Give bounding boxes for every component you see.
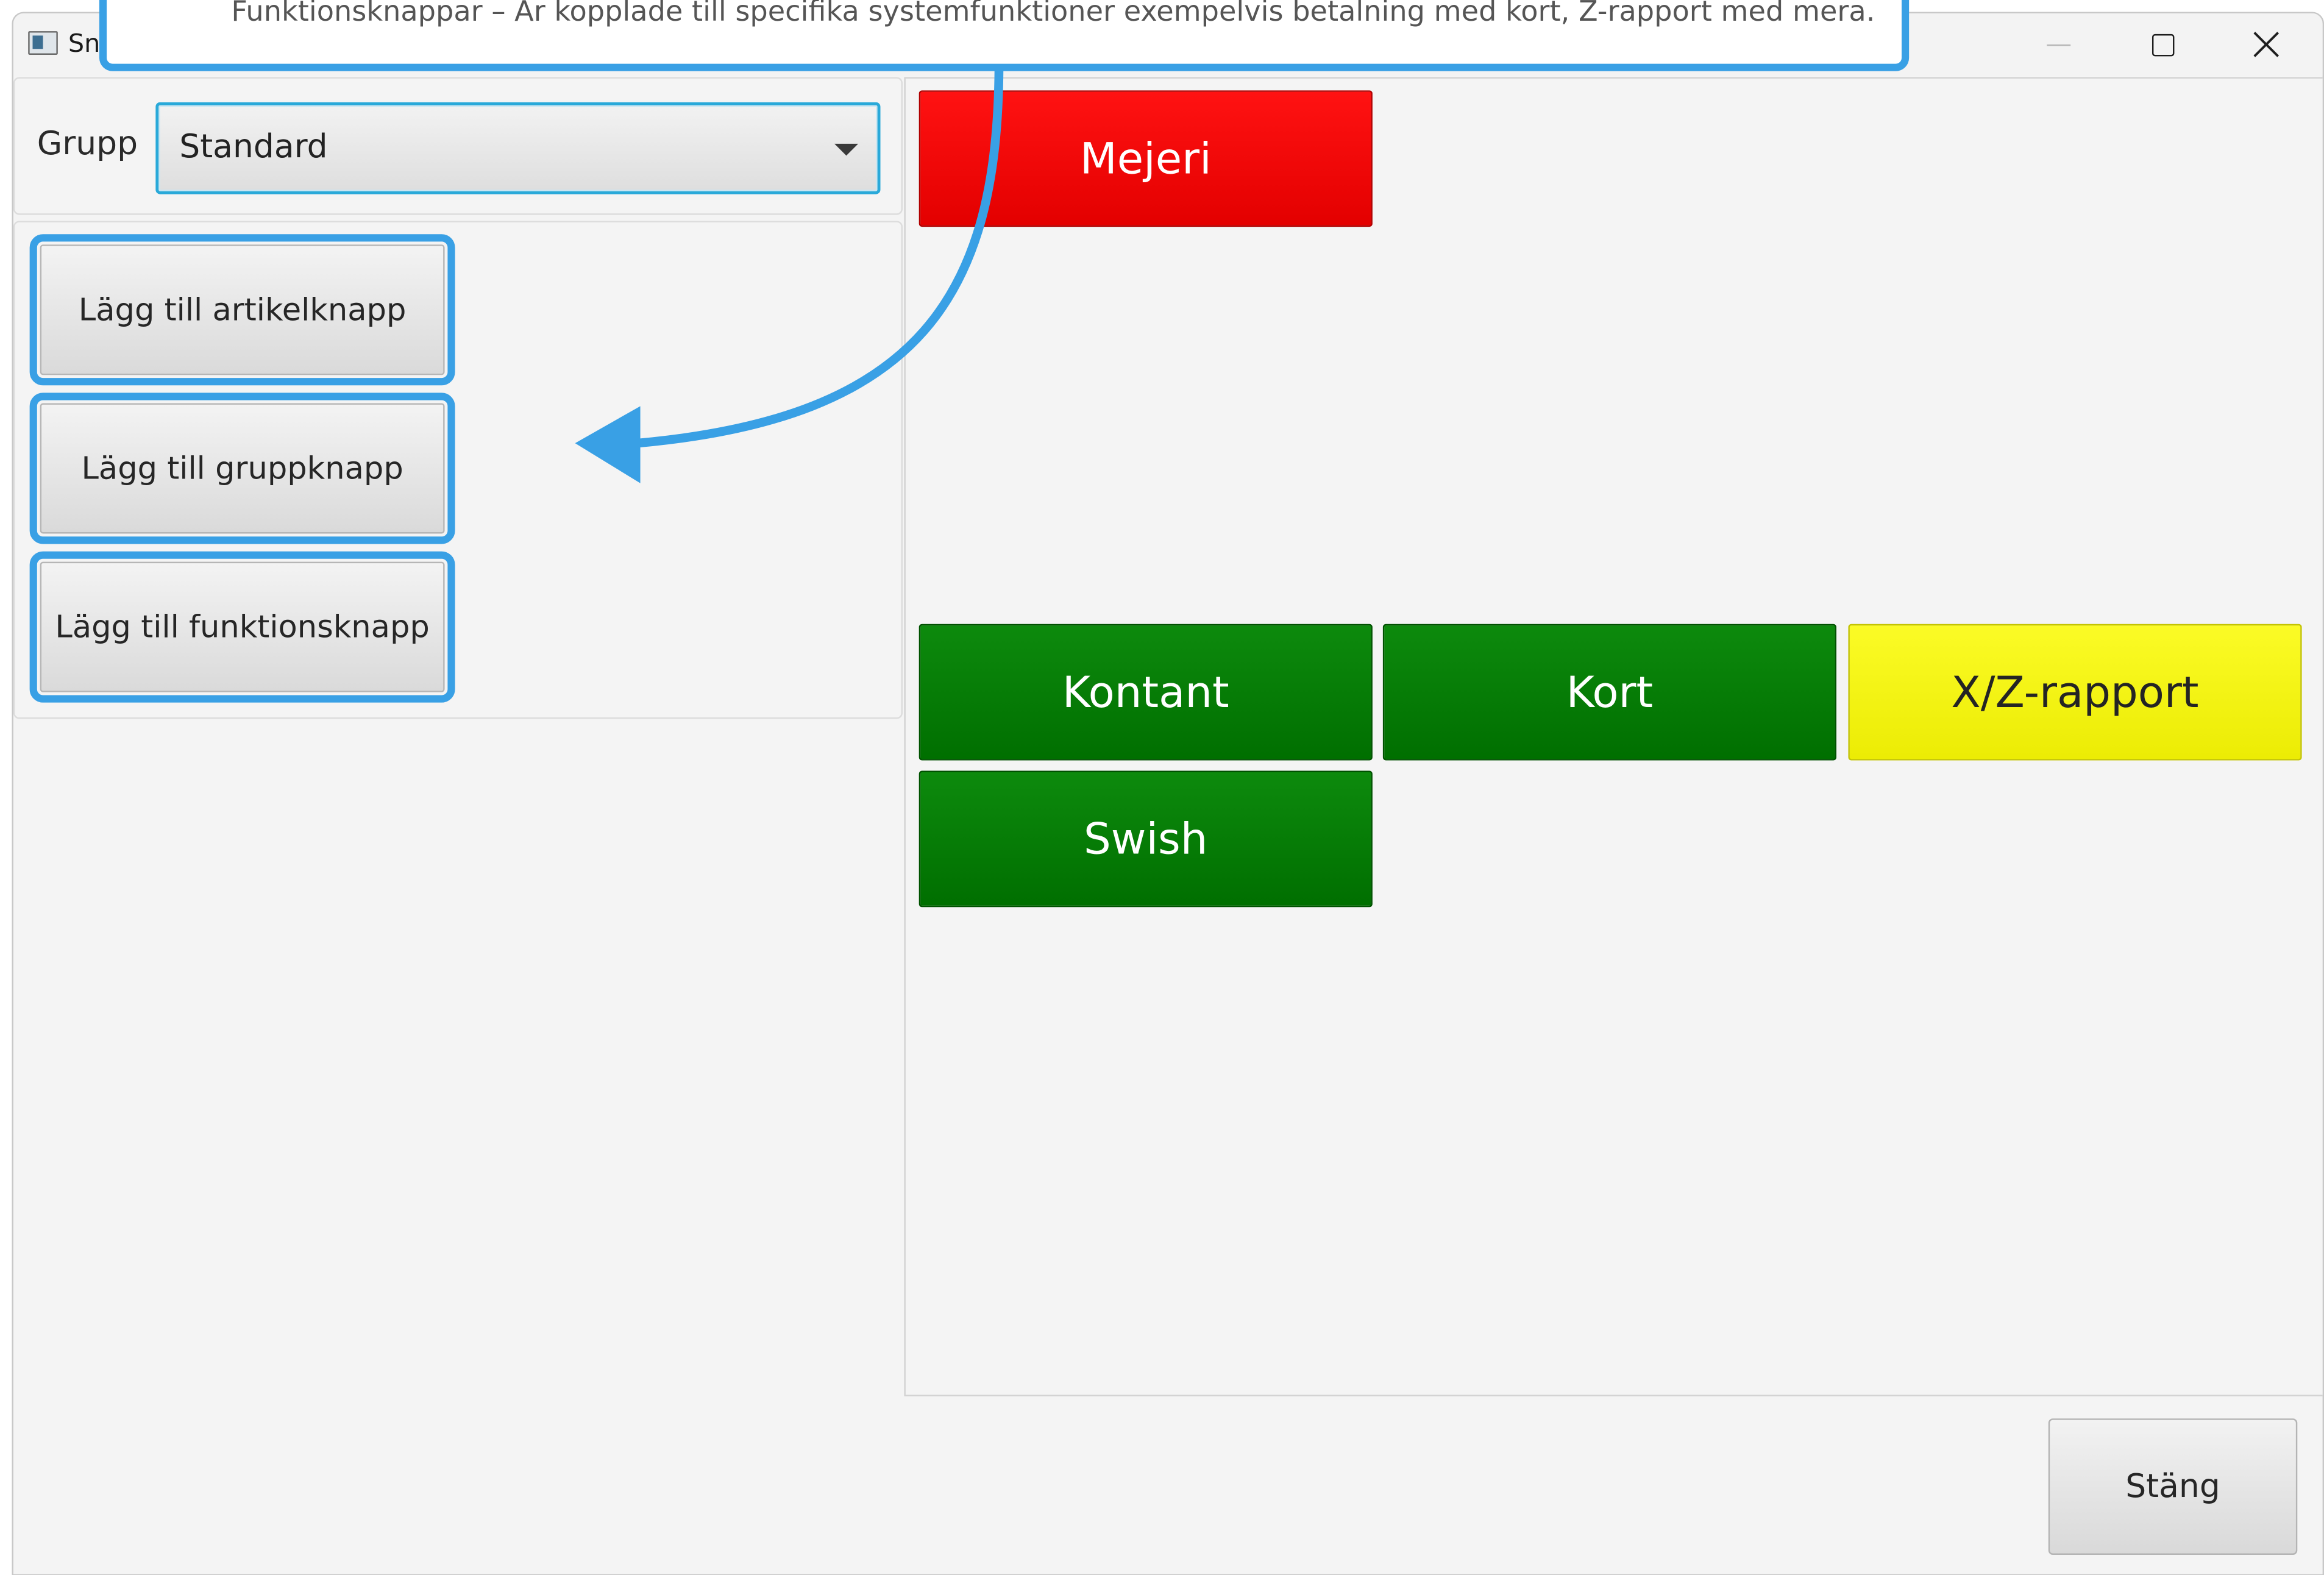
close-window-button[interactable] bbox=[2214, 13, 2318, 76]
callout-text: Funktionsknappar – Är kopplade till spec… bbox=[231, 0, 1875, 29]
close-button[interactable]: Stäng bbox=[2048, 1418, 2298, 1555]
tile-xz-report[interactable]: X/Z-rapport bbox=[1848, 624, 2302, 761]
chevron-down-icon bbox=[834, 143, 859, 156]
add-article-button-highlight: Lägg till artikelknapp bbox=[29, 234, 455, 386]
tile-kort[interactable]: Kort bbox=[1382, 624, 1836, 761]
minimize-button[interactable] bbox=[2007, 13, 2111, 76]
tile-mejeri[interactable]: Mejeri bbox=[919, 90, 1373, 227]
add-group-button[interactable]: Lägg till gruppknapp bbox=[40, 403, 445, 534]
tile-kontant[interactable]: Kontant bbox=[919, 624, 1373, 761]
add-function-button[interactable]: Lägg till funktionsknapp bbox=[40, 561, 445, 692]
add-group-button-highlight: Lägg till gruppknapp bbox=[29, 393, 455, 544]
window-title: Sn bbox=[68, 29, 101, 60]
minimize-icon bbox=[2047, 43, 2071, 46]
tile-swish[interactable]: Swish bbox=[919, 770, 1373, 908]
group-label: Grupp bbox=[37, 126, 138, 163]
add-function-button-highlight: Lägg till funktionsknapp bbox=[29, 551, 455, 703]
app-window: Sn Grupp Standard Lägg till artikelknapp… bbox=[12, 12, 2324, 1575]
close-icon bbox=[2253, 32, 2280, 57]
maximize-button[interactable] bbox=[2111, 13, 2214, 76]
group-select-value: Standard bbox=[179, 129, 328, 166]
group-select[interactable]: Standard bbox=[155, 102, 881, 194]
group-panel: Grupp Standard bbox=[13, 77, 903, 215]
button-grid: Mejeri Kontant Kort X/Z-rapport Swish bbox=[904, 77, 2323, 1396]
callout-box: Funktionsknappar – Är kopplade till spec… bbox=[99, 0, 1910, 71]
maximize-icon bbox=[2151, 33, 2174, 56]
add-article-button[interactable]: Lägg till artikelknapp bbox=[40, 244, 445, 375]
app-icon bbox=[28, 31, 58, 55]
add-button-panel: Lägg till artikelknapp Lägg till gruppkn… bbox=[13, 221, 903, 719]
